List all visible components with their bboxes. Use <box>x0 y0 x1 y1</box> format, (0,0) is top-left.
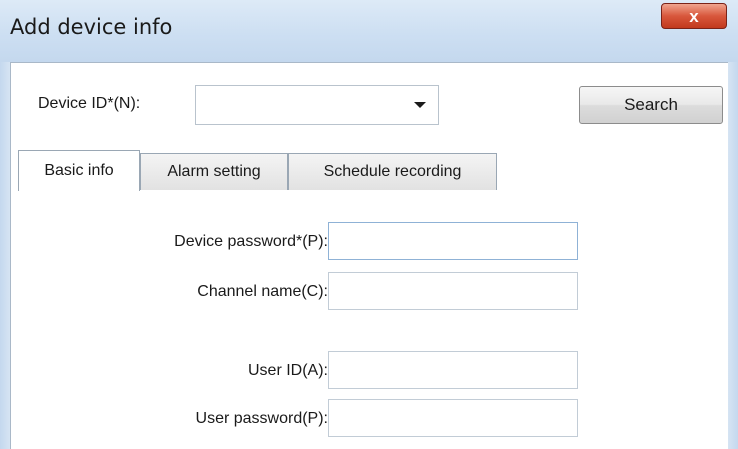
channel-name-label: Channel name(C): <box>197 283 328 300</box>
tab-schedule-recording[interactable]: Schedule recording <box>288 153 497 190</box>
close-button[interactable]: x <box>661 3 727 29</box>
user-id-field[interactable] <box>328 351 578 389</box>
search-button[interactable]: Search <box>579 86 723 124</box>
user-password-label: User password(P): <box>195 410 328 427</box>
user-password-field[interactable] <box>328 399 578 437</box>
window-title: Add device info <box>10 15 173 39</box>
window-frame-right <box>728 62 738 449</box>
window-frame-left <box>0 62 10 449</box>
close-icon: x <box>689 6 699 26</box>
device-id-label: Device ID*(N): <box>38 95 141 112</box>
tab-basic-info[interactable]: Basic info <box>18 150 140 191</box>
tab-alarm-setting[interactable]: Alarm setting <box>140 153 288 190</box>
device-password-label: Device password*(P): <box>174 233 328 250</box>
title-bar[interactable]: Add device info x <box>0 0 738 62</box>
user-id-label: User ID(A): <box>248 362 328 379</box>
device-id-combobox[interactable] <box>195 85 439 125</box>
device-password-field[interactable] <box>328 222 578 260</box>
dropdown-arrow-icon[interactable] <box>414 102 426 108</box>
channel-name-field[interactable] <box>328 272 578 310</box>
